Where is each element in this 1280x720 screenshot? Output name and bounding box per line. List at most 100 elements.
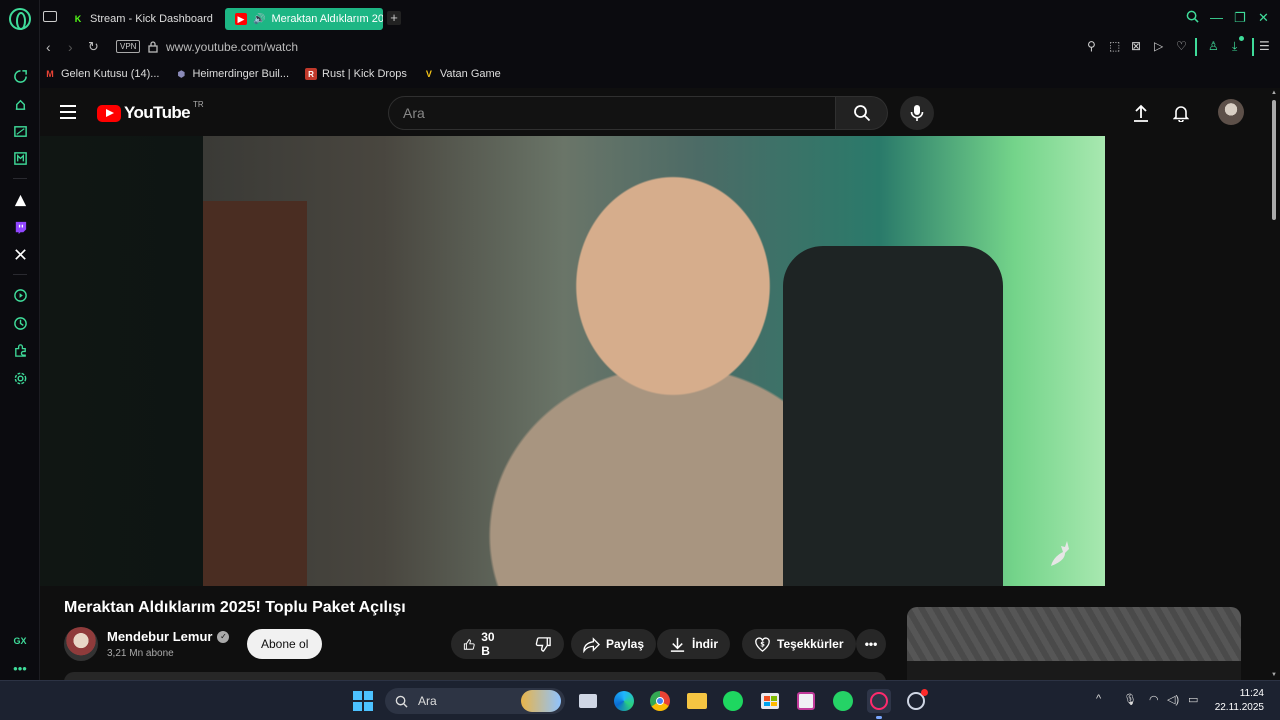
bookmark-heimerdinger[interactable]: ⬢ Heimerdinger Buil...: [175, 68, 290, 80]
clock-date: 22.11.2025: [1214, 702, 1264, 713]
extensions-icon[interactable]: [10, 340, 30, 360]
sidebar-more-icon[interactable]: •••: [10, 658, 30, 678]
back-button[interactable]: ‹: [46, 39, 51, 55]
system-clock[interactable]: 11:24 22.11.2025: [1215, 687, 1264, 715]
gx-mods-icon[interactable]: [10, 148, 30, 168]
battery-icon[interactable]: ▭: [1188, 693, 1198, 706]
send-icon[interactable]: ▷: [1154, 39, 1163, 53]
account-avatar[interactable]: [1218, 99, 1244, 125]
thanks-button[interactable]: $ Teşekkürler: [742, 629, 856, 659]
lock-icon[interactable]: [148, 40, 158, 58]
voice-search-button[interactable]: [900, 96, 934, 130]
channel-watermark-icon[interactable]: [1045, 536, 1073, 568]
bookmark-label: Rust | Kick Drops: [322, 68, 407, 80]
bookmark-label: Gelen Kutusu (14)...: [61, 68, 160, 80]
bookmark-rust-kick-drops[interactable]: R Rust | Kick Drops: [305, 68, 407, 80]
task-view-icon[interactable]: [576, 689, 600, 713]
snapshot-icon[interactable]: ⬚: [1109, 39, 1120, 53]
description-box[interactable]: [64, 672, 886, 680]
snipping-tool-icon[interactable]: [794, 689, 818, 713]
bookmark-label: Vatan Game: [439, 68, 501, 80]
channel-avatar[interactable]: [64, 627, 98, 661]
pin-icon[interactable]: ⚲: [1087, 39, 1096, 53]
address-bar: ‹ › ↻ VPN www.youtube.com/watch ⚲ ⬚ ⊠ ▷ …: [40, 36, 1280, 60]
whatsapp-icon[interactable]: [831, 689, 855, 713]
tab-kick-dashboard[interactable]: K Stream - Kick Dashboard: [62, 8, 242, 30]
wifi-icon[interactable]: ◠: [1149, 693, 1159, 706]
youtube-icon: ▶: [235, 13, 247, 25]
youtube-logo[interactable]: YouTube TR: [97, 100, 204, 123]
taskbar-search[interactable]: Ara: [385, 688, 565, 714]
search-tabs-icon[interactable]: [1186, 10, 1199, 26]
download-icon[interactable]: ⤓: [1232, 39, 1237, 54]
twitch-icon[interactable]: [10, 217, 30, 237]
spotify-icon[interactable]: [721, 689, 745, 713]
like-button[interactable]: 30 B: [451, 629, 511, 659]
youtube-play-icon: [97, 104, 121, 122]
share-button[interactable]: Paylaş: [571, 629, 657, 659]
download-button[interactable]: İndir: [657, 629, 730, 659]
start-button[interactable]: [351, 689, 375, 713]
settings-gear-icon[interactable]: [10, 368, 30, 388]
scroll-up-arrow-icon[interactable]: ▲: [1271, 90, 1277, 96]
edge-icon[interactable]: [612, 689, 636, 713]
adblock-icon[interactable]: ⊠: [1131, 39, 1141, 53]
maximize-button[interactable]: ❐: [1234, 10, 1246, 26]
bookmark-vatan-game[interactable]: V Vatan Game: [423, 68, 501, 80]
x-twitter-icon[interactable]: [10, 244, 30, 264]
menu-icon[interactable]: [60, 105, 76, 119]
opera-gx-taskbar-icon[interactable]: [867, 689, 891, 719]
profile-icon[interactable]: ♙: [1208, 39, 1219, 53]
history-icon[interactable]: [10, 313, 30, 333]
video-player[interactable]: [40, 136, 1105, 586]
video-title: Meraktan Aldıklarım 2025! Toplu Paket Aç…: [64, 599, 406, 616]
video-frame[interactable]: [203, 136, 1105, 586]
channel-name-row[interactable]: Mendebur Lemur ✓: [107, 629, 230, 644]
bookmark-gmail[interactable]: M Gelen Kutusu (14)...: [44, 68, 159, 80]
channel-name[interactable]: Mendebur Lemur: [107, 629, 212, 644]
scrollbar-thumb[interactable]: [1272, 100, 1276, 220]
sidebar-divider: [13, 178, 27, 179]
recommended-card-footer: [907, 661, 1241, 680]
notifications-bell-icon[interactable]: [1170, 102, 1192, 124]
recommended-video-card[interactable]: [907, 607, 1241, 680]
player-icon[interactable]: [10, 285, 30, 305]
tab-youtube-video[interactable]: ▶ 🔊 Meraktan Aldıklarım 2025: [225, 8, 383, 30]
reload-button[interactable]: ↻: [88, 39, 99, 55]
show-hidden-icons-chevron-icon[interactable]: ^: [1096, 693, 1101, 705]
chrome-icon[interactable]: [648, 689, 672, 713]
audio-playing-icon[interactable]: 🔊: [253, 14, 265, 25]
microphone-tray-icon[interactable]: 🎙: [1123, 693, 1137, 706]
page-scrollbar[interactable]: ▲ ▼: [1268, 88, 1280, 680]
more-actions-button[interactable]: •••: [856, 629, 886, 659]
volume-icon[interactable]: ◁): [1167, 693, 1179, 706]
subscribe-button[interactable]: Abone ol: [247, 629, 323, 659]
gx-corner-icon[interactable]: [10, 94, 30, 114]
file-explorer-icon[interactable]: [685, 689, 709, 713]
new-tab-button[interactable]: +: [387, 11, 401, 25]
aria-icon[interactable]: [10, 190, 30, 210]
opera-gx-logo-icon[interactable]: [9, 8, 31, 30]
bookmark-heart-icon[interactable]: ♡: [1176, 39, 1187, 53]
minimize-button[interactable]: —: [1210, 10, 1223, 25]
upload-icon[interactable]: [1130, 102, 1152, 124]
search-button[interactable]: [836, 96, 888, 130]
forward-button[interactable]: ›: [68, 39, 73, 55]
like-dislike-group: 30 B: [451, 629, 564, 659]
thanks-label: Teşekkürler: [777, 637, 844, 651]
gx-control-icon[interactable]: [10, 66, 30, 86]
url-field[interactable]: www.youtube.com/watch: [166, 40, 298, 54]
vpn-badge[interactable]: VPN: [116, 40, 141, 53]
scroll-down-arrow-icon[interactable]: ▼: [1271, 672, 1277, 678]
youtube-page: YouTube TR Meraktan Aldıklarım 2025! Top…: [40, 88, 1268, 680]
close-window-button[interactable]: ✕: [1258, 10, 1269, 26]
search-input[interactable]: [389, 97, 835, 129]
microsoft-store-icon[interactable]: [758, 689, 782, 713]
verified-badge-icon: ✓: [217, 630, 230, 643]
gx-label[interactable]: GX: [10, 631, 30, 651]
dislike-button[interactable]: [523, 629, 564, 659]
gx-cleaner-icon[interactable]: [10, 121, 30, 141]
tab-menu-icon[interactable]: [43, 11, 57, 22]
easy-setup-menu-icon[interactable]: ☰: [1259, 39, 1270, 53]
steam-icon[interactable]: [904, 689, 928, 713]
